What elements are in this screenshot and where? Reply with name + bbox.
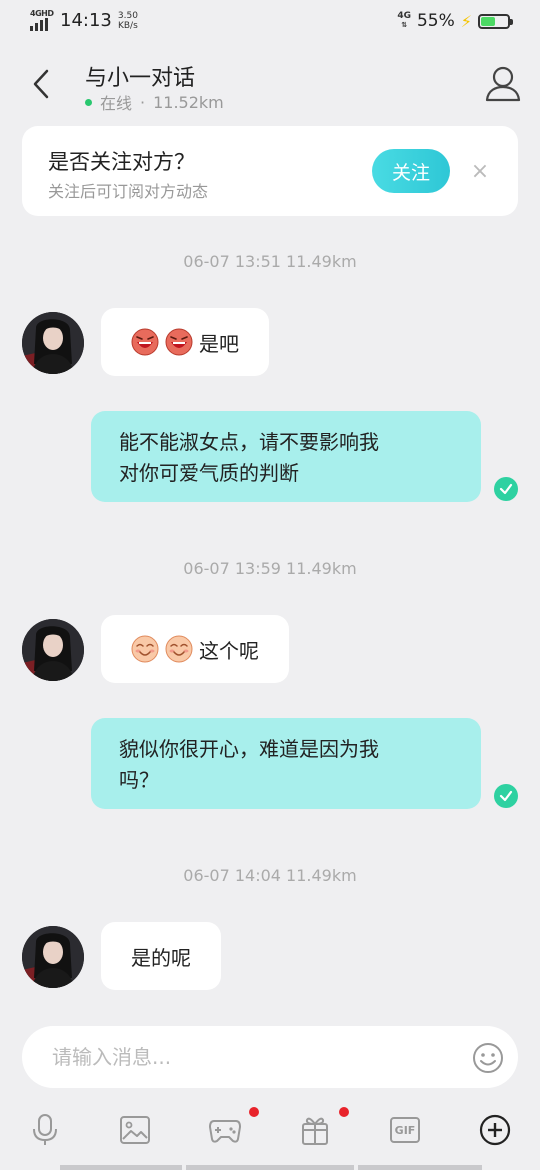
avatar-photo-icon: [22, 312, 84, 374]
network-type-label: 4GHD: [30, 8, 54, 18]
speed-value: 3.50: [117, 10, 138, 21]
mobile-data-icon: 4G ⇅: [397, 11, 411, 30]
laughing-face-icon: [165, 328, 193, 356]
read-check-icon: [494, 477, 518, 501]
outgoing-message-bubble[interactable]: 貌似你很开心，难道是因为我 吗？: [91, 718, 481, 809]
message-text: 是吧: [199, 331, 239, 356]
more-button[interactable]: [475, 1110, 515, 1150]
message-text: 是的呢: [131, 945, 191, 970]
follow-prompt-card: 是否关注对方？ 关注后可订阅对方动态 关注 ×: [22, 126, 518, 216]
charging-bolt-icon: ⚡: [460, 11, 472, 31]
read-check-icon: [494, 784, 518, 808]
avatar[interactable]: [22, 619, 84, 681]
message-input-container: [22, 1026, 518, 1088]
status-separator: ·: [140, 92, 146, 112]
message-timestamp: 06-07 13:51 11.49km: [183, 252, 357, 271]
online-status-text: 在线: [100, 94, 133, 113]
emoji-button[interactable]: [472, 1042, 504, 1074]
message-timestamp: 06-07 13:59 11.49km: [183, 559, 357, 578]
avatar[interactable]: [22, 312, 84, 374]
battery-level-fill: [481, 16, 496, 26]
image-icon: [120, 1116, 150, 1144]
message-text-line: 吗？: [119, 768, 159, 792]
message-timestamp: 06-07 14:04 11.49km: [183, 866, 357, 885]
chat-toolbar: GIF: [0, 1100, 540, 1160]
network-speed: 3.50 KB/s: [118, 11, 138, 31]
gift-button[interactable]: [295, 1110, 335, 1150]
image-button[interactable]: [115, 1110, 155, 1150]
gesture-bar-segment: [186, 1165, 354, 1170]
gesture-bar-segment: [358, 1165, 482, 1170]
profile-button[interactable]: [484, 64, 522, 104]
battery-percent: 55%: [416, 11, 455, 31]
online-indicator: [85, 98, 92, 106]
gift-notification-badge: [339, 1107, 349, 1117]
gamepad-icon: [209, 1120, 241, 1143]
status-time: 14:13: [60, 10, 112, 31]
voice-button[interactable]: [25, 1110, 65, 1150]
gif-button[interactable]: GIF: [385, 1110, 425, 1150]
message-text-line: 貌似你很开心，难道是因为我: [119, 737, 379, 761]
chat-header: 与小一对话 在线 · 11.52km: [0, 44, 540, 124]
mobile-data-label: 4G: [397, 11, 411, 21]
laughing-face-icon: [131, 328, 159, 356]
gesture-bar-segment: [60, 1165, 182, 1170]
plus-icon: [479, 1114, 511, 1146]
battery-icon: [478, 13, 513, 29]
incoming-message-bubble[interactable]: 是吧: [101, 308, 269, 376]
follow-button[interactable]: 关注: [372, 149, 450, 193]
cellular-signal-icon: 4GHD: [30, 8, 54, 31]
back-button[interactable]: [26, 66, 56, 102]
distance-text: 11.52km: [153, 92, 224, 112]
smiling-face-icon: [131, 635, 159, 663]
message-text-line: 对你可爱气质的判断: [119, 461, 299, 485]
avatar[interactable]: [22, 926, 84, 988]
message-input[interactable]: [52, 1026, 452, 1088]
follow-prompt-title: 是否关注对方？: [48, 150, 195, 174]
user-profile-icon: [485, 66, 521, 102]
page-title: 与小一对话: [85, 66, 196, 91]
chevron-left-icon: [33, 69, 49, 99]
game-notification-badge: [249, 1107, 259, 1117]
smiling-face-icon: [165, 635, 193, 663]
gif-label: GIF: [394, 1123, 416, 1137]
game-button[interactable]: [205, 1110, 245, 1150]
speed-unit: KB/s: [117, 20, 138, 31]
message-text: 这个呢: [199, 638, 259, 663]
gift-icon: [302, 1117, 328, 1145]
message-text-line: 能不能淑女点，请不要影响我: [119, 430, 379, 454]
follow-prompt-subtitle: 关注后可订阅对方动态: [48, 182, 209, 201]
incoming-message-bubble[interactable]: 这个呢: [101, 615, 289, 683]
avatar-photo-icon: [22, 926, 84, 988]
close-icon[interactable]: ×: [468, 156, 492, 186]
microphone-icon: [33, 1114, 57, 1145]
status-bar: 4GHD 14:13 3.50 KB/s 4G ⇅ 55% ⚡: [0, 0, 540, 44]
incoming-message-bubble[interactable]: 是的呢: [101, 922, 221, 990]
smiley-icon: [473, 1043, 503, 1073]
outgoing-message-bubble[interactable]: 能不能淑女点，请不要影响我 对你可爱气质的判断: [91, 411, 481, 502]
avatar-photo-icon: [22, 619, 84, 681]
contact-status: 在线 · 11.52km: [85, 90, 224, 114]
